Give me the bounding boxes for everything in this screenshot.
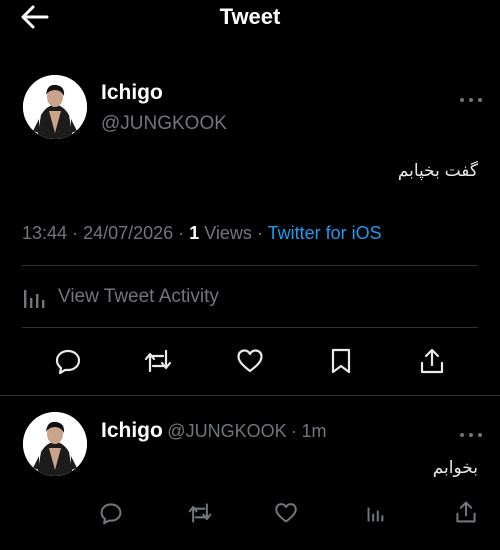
more-horizontal-icon bbox=[460, 98, 482, 102]
bookmark-button[interactable] bbox=[327, 346, 355, 376]
reply-bubble-icon bbox=[55, 349, 81, 375]
more-horizontal-icon bbox=[460, 433, 482, 437]
tweet-time[interactable]: 13:44 bbox=[22, 223, 67, 243]
top-bar: Tweet bbox=[0, 0, 500, 34]
tweet-meta: 13:44 · 24/07/2026 · 1 Views · Twitter f… bbox=[22, 223, 382, 244]
meta-separator: · bbox=[72, 223, 79, 243]
share-icon bbox=[420, 348, 444, 374]
reply-bubble-icon bbox=[100, 503, 122, 525]
page-title: Tweet bbox=[219, 4, 281, 29]
divider bbox=[0, 395, 500, 396]
views-label: Views bbox=[204, 223, 252, 243]
reply-retweet-button[interactable] bbox=[186, 500, 214, 526]
reply-header: Ichigo @JUNGKOOK · 1m bbox=[101, 419, 327, 443]
share-button[interactable] bbox=[417, 346, 447, 376]
view-tweet-activity-label: View Tweet Activity bbox=[58, 286, 219, 307]
analytics-icon bbox=[367, 507, 384, 522]
like-button[interactable] bbox=[234, 346, 266, 376]
tweet-source-link[interactable]: Twitter for iOS bbox=[268, 223, 382, 243]
reply-timestamp[interactable]: 1m bbox=[302, 421, 327, 441]
author-handle[interactable]: @JUNGKOOK bbox=[101, 113, 227, 135]
meta-separator: · bbox=[256, 223, 263, 243]
heart-icon bbox=[237, 349, 263, 373]
bookmark-icon bbox=[331, 348, 351, 374]
author-name[interactable]: Ichigo bbox=[101, 81, 163, 105]
analytics-icon bbox=[24, 290, 45, 308]
more-options-button[interactable] bbox=[459, 92, 483, 102]
reply-analytics-button[interactable] bbox=[364, 500, 388, 526]
profile-photo bbox=[23, 75, 87, 139]
heart-icon bbox=[275, 503, 297, 523]
reply-like-button[interactable] bbox=[273, 500, 299, 526]
retweet-icon bbox=[188, 503, 212, 523]
divider bbox=[22, 265, 478, 266]
reply-reply-button[interactable] bbox=[98, 500, 124, 526]
retweet-button[interactable] bbox=[141, 346, 175, 376]
reply-author-name[interactable]: Ichigo bbox=[101, 419, 163, 442]
reply-more-options-button[interactable] bbox=[459, 427, 483, 437]
tweet-date[interactable]: 24/07/2026 bbox=[83, 223, 173, 243]
meta-separator: · bbox=[291, 421, 298, 441]
reply-button[interactable] bbox=[52, 346, 84, 376]
share-icon bbox=[456, 501, 476, 523]
reply-share-button[interactable] bbox=[453, 499, 479, 525]
reply-text: بخوابم bbox=[432, 458, 478, 477]
avatar[interactable] bbox=[23, 75, 87, 139]
views-count: 1 bbox=[189, 223, 200, 243]
retweet-icon bbox=[144, 349, 172, 373]
view-tweet-activity-button[interactable]: View Tweet Activity bbox=[22, 280, 219, 314]
tweet-text: گفت بخپابم bbox=[397, 161, 478, 180]
reply-author-handle[interactable]: @JUNGKOOK bbox=[167, 421, 286, 441]
reply-avatar[interactable] bbox=[23, 412, 87, 476]
meta-separator: · bbox=[178, 223, 185, 243]
divider bbox=[22, 327, 478, 328]
profile-photo bbox=[23, 412, 87, 476]
